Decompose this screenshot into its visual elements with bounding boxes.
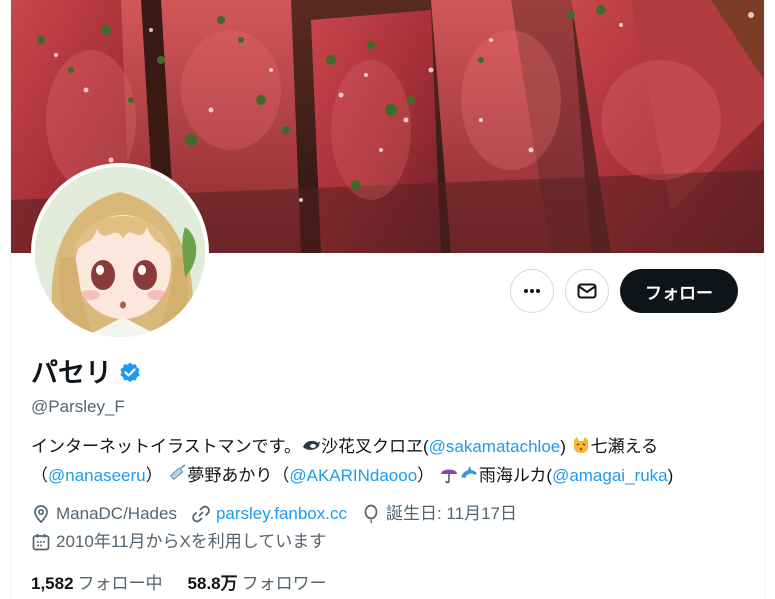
orca-emoji-icon (302, 440, 320, 450)
more-button[interactable] (510, 269, 554, 313)
followers-link[interactable]: 58.8万 フォロワー (188, 573, 327, 595)
more-dots-icon (524, 289, 540, 293)
bio-paren: ） (417, 466, 435, 485)
user-handle: @Parsley_F (31, 397, 125, 416)
birthday-text: 誕生日: 11月17日 (385, 504, 517, 523)
calendar-icon (32, 534, 50, 551)
display-name-row: パセリ (31, 355, 142, 391)
avatar-image (35, 167, 205, 337)
following-link[interactable]: 1,582 フォロー中 (31, 573, 163, 595)
joined-row: 2010年11月からXを利用しています (31, 531, 340, 553)
avatar[interactable] (31, 163, 209, 341)
follow-button[interactable]: フォロー (620, 269, 738, 313)
bio-paren: ） (145, 466, 163, 485)
joined-item: 2010年11月からXを利用しています (31, 531, 326, 553)
followers-count: 58.8万 (187, 574, 238, 593)
bio-text: インターネットイラストマンです。 (31, 437, 301, 456)
verified-badge-icon[interactable] (118, 361, 142, 385)
right-border (764, 0, 765, 599)
bio-name-eru: 七瀬える (590, 437, 659, 456)
profile-page: フォロー パセリ @Parsley_F インターネットイラストマンです。 沙花叉ク… (0, 0, 775, 599)
location-item: ManaDC/Hades (31, 503, 177, 525)
bio: インターネットイラストマンです。 沙花叉クロヱ(@sakamatachloe) 七… (31, 432, 746, 490)
following-count: 1,582 (31, 574, 74, 593)
mention-link-nanaseeru[interactable]: @nanaseeru (48, 466, 146, 485)
website-link[interactable]: parsley.fanbox.cc (216, 503, 347, 525)
display-name: パセリ (31, 358, 112, 388)
website-item[interactable]: parsley.fanbox.cc (191, 503, 347, 525)
kissing-cat-emoji-icon (573, 437, 588, 453)
followers-label: フォロワー (241, 574, 327, 593)
umbrella-rain-emoji-icon (440, 469, 457, 484)
balloon-icon (364, 504, 378, 524)
mention-link-akarindaooo[interactable]: @AKARINdaooo (289, 466, 417, 485)
dolphin-emoji-icon (460, 466, 477, 478)
bio-paren: （ (31, 466, 48, 485)
bio-paren: ) (560, 437, 566, 456)
location-text: ManaDC/Hades (56, 504, 177, 523)
mention-link-sakamatachloe[interactable]: @sakamatachloe (429, 437, 561, 456)
bio-name-ruka: 雨海ルカ( (478, 466, 553, 485)
profile-meta-row: ManaDC/Hades parsley.fanbox.cc 誕生日: 11月1… (31, 503, 531, 525)
mention-link-amagai-ruka[interactable]: @amagai_ruka (552, 466, 668, 485)
syringe-emoji-icon (170, 464, 186, 480)
message-button[interactable] (565, 269, 609, 313)
bio-name-akari: 夢野あかり（ (187, 466, 290, 485)
bio-paren: ) (667, 466, 674, 485)
link-icon (192, 505, 210, 523)
bio-name-chloe: 沙花叉クロヱ( (320, 437, 429, 456)
following-label: フォロー中 (77, 574, 163, 593)
location-pin-icon (34, 505, 48, 524)
joined-text: 2010年11月からXを利用しています (56, 532, 327, 551)
envelope-icon (577, 283, 597, 299)
follow-stats: 1,582 フォロー中 58.8万 フォロワー (31, 573, 352, 595)
birthday-item: 誕生日: 11月17日 (361, 503, 517, 525)
